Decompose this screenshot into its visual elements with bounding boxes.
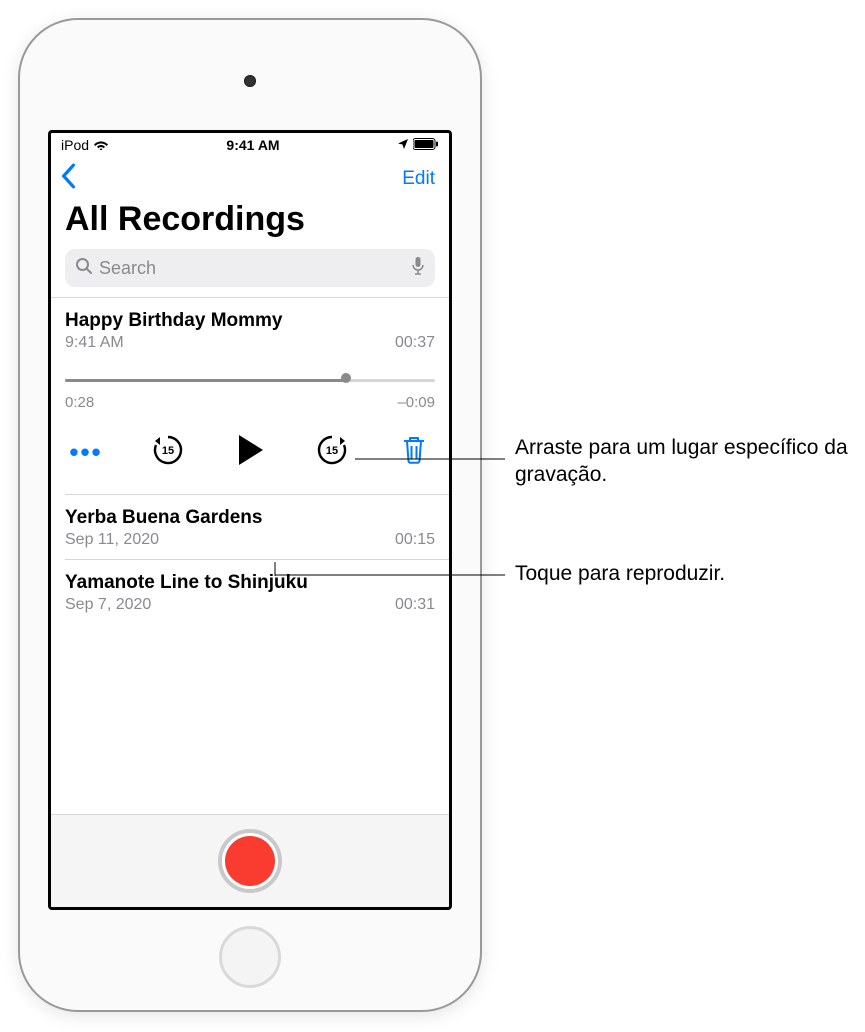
recording-duration: 00:15 [395,531,435,549]
search-placeholder: Search [99,258,405,279]
location-icon [397,137,409,153]
recording-subtitle: 9:41 AM [65,334,124,352]
recording-title: Yerba Buena Gardens [65,507,435,529]
svg-text:15: 15 [326,445,338,457]
dictation-icon[interactable] [411,256,425,281]
recording-duration: 00:37 [395,334,435,352]
delete-button[interactable] [393,435,435,470]
nav-bar: Edit [51,155,449,198]
home-button[interactable] [219,926,281,988]
recordings-list: Happy Birthday Mommy 9:41 AM 00:37 0:28 … [51,297,449,814]
record-bar [51,814,449,907]
search-input[interactable]: Search [65,249,435,287]
screen: iPod 9:41 AM Edit All Reco [48,130,452,910]
play-button[interactable] [229,433,271,472]
callout-play: Toque para reproduzir. [515,560,725,587]
carrier-label: iPod [61,137,89,153]
edit-button[interactable]: Edit [402,168,435,190]
recording-subtitle: Sep 7, 2020 [65,596,151,614]
recording-item[interactable]: Yerba Buena Gardens Sep 11, 2020 00:15 [51,495,449,559]
back-button[interactable] [59,163,77,194]
elapsed-time: 0:28 [65,394,94,411]
status-bar: iPod 9:41 AM [51,133,449,155]
recording-subtitle: Sep 11, 2020 [65,531,159,549]
recording-item[interactable]: Yamanote Line to Shinjuku Sep 7, 2020 00… [51,560,449,624]
skip-forward-15-button[interactable]: 15 [311,433,353,472]
recording-title: Happy Birthday Mommy [65,310,435,332]
device-frame: iPod 9:41 AM Edit All Reco [20,20,480,1010]
scrubber-fill [65,379,346,382]
search-icon [75,257,93,280]
recording-title: Yamanote Line to Shinjuku [65,572,435,594]
wifi-icon [93,137,109,153]
battery-icon [413,137,439,153]
playback-controls: ••• 15 15 [65,427,435,484]
callout-scrubber: Arraste para um lugar específico da grav… [515,434,865,489]
svg-text:15: 15 [162,445,174,457]
remaining-time: –0:09 [397,394,435,411]
more-button[interactable]: ••• [65,437,107,468]
record-icon [225,836,275,886]
page-title: All Recordings [51,198,449,249]
recording-duration: 00:31 [395,596,435,614]
playback-scrubber[interactable] [65,370,435,390]
scrubber-thumb[interactable] [341,373,351,383]
status-time: 9:41 AM [226,137,279,153]
camera-dot [244,75,256,87]
recording-item-expanded[interactable]: Happy Birthday Mommy 9:41 AM 00:37 0:28 … [51,298,449,494]
record-button[interactable] [218,829,282,893]
skip-back-15-button[interactable]: 15 [147,433,189,472]
